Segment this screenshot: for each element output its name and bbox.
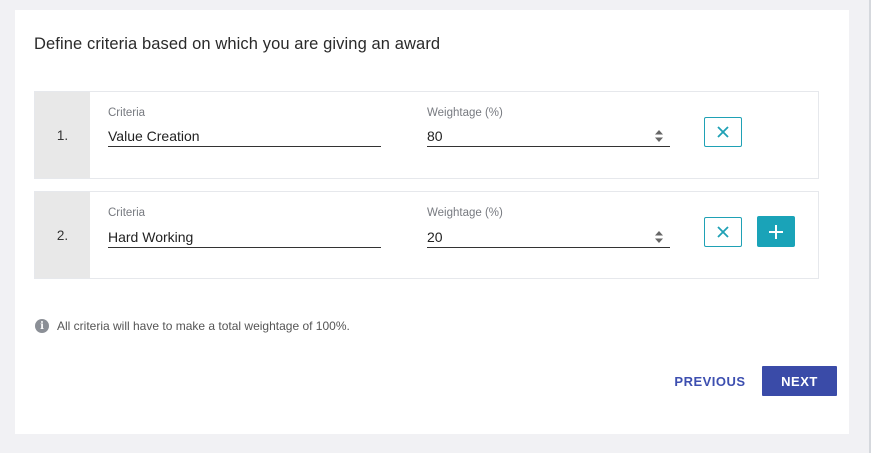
previous-button[interactable]: PREVIOUS [670, 366, 750, 396]
criteria-input[interactable] [108, 226, 381, 248]
criteria-label: Criteria [108, 207, 146, 219]
info-text: All criteria will have to make a total w… [57, 319, 350, 333]
weightage-label: Weightage (%) [427, 207, 503, 219]
criteria-card: Define criteria based on which you are g… [15, 10, 849, 434]
row-number: 1. [35, 92, 90, 178]
spinner-arrows-icon[interactable] [655, 231, 663, 243]
remove-criteria-button[interactable] [704, 117, 742, 147]
weightage-input[interactable] [427, 226, 670, 248]
weightage-input[interactable] [427, 125, 670, 147]
next-button[interactable]: NEXT [762, 366, 837, 396]
spinner-arrows-icon[interactable] [655, 130, 663, 142]
page-title: Define criteria based on which you are g… [34, 35, 441, 53]
remove-criteria-button[interactable] [704, 217, 742, 247]
close-icon [717, 226, 729, 238]
info-icon: i [35, 319, 49, 333]
info-note: i All criteria will have to make a total… [35, 319, 350, 333]
plus-icon [769, 224, 783, 239]
close-icon [717, 126, 729, 138]
criteria-row: 2. Criteria Weightage (%) [34, 191, 819, 279]
add-criteria-button[interactable] [757, 216, 795, 247]
criteria-input[interactable] [108, 125, 381, 147]
row-number: 2. [35, 192, 90, 278]
criteria-label: Criteria [108, 107, 146, 119]
weightage-label: Weightage (%) [427, 107, 503, 119]
criteria-row: 1. Criteria Weightage (%) [34, 91, 819, 179]
